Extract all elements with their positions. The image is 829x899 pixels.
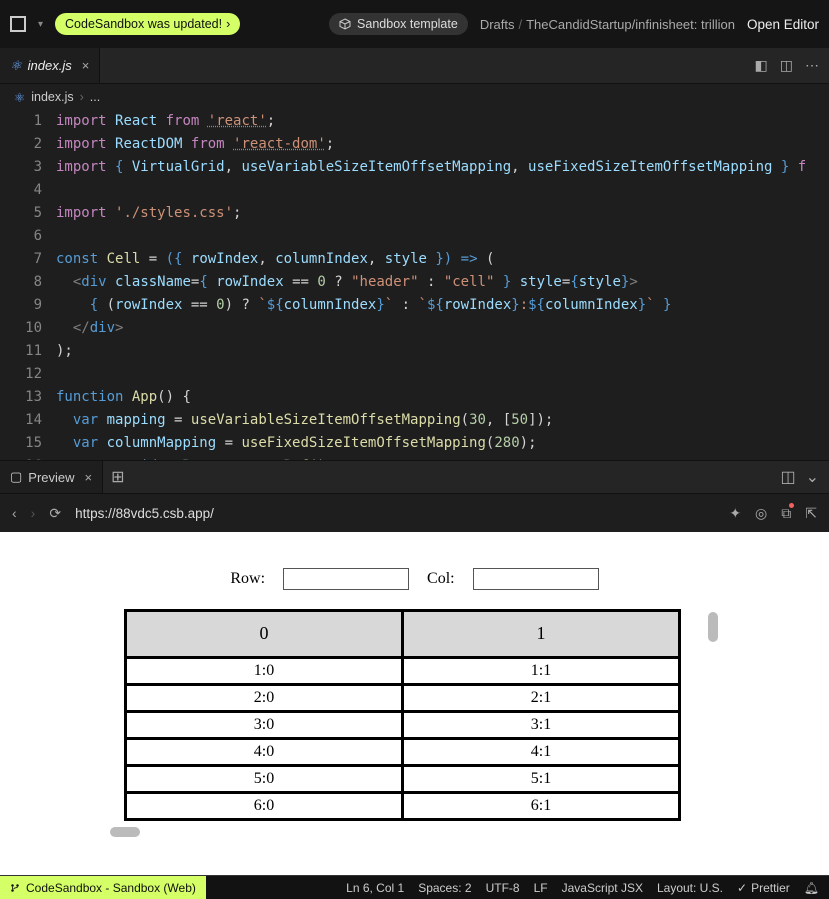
editor-tabbar: ⚛ index.js × ◧ ◫ ⋯ xyxy=(0,48,829,84)
grid-cell: 2:1 xyxy=(401,683,681,713)
indent-setting[interactable]: Spaces: 2 xyxy=(418,881,471,895)
forward-icon[interactable]: › xyxy=(31,505,36,521)
grid-cell: 6:0 xyxy=(124,791,404,821)
status-bar: CodeSandbox - Sandbox (Web) Ln 6, Col 1 … xyxy=(0,875,829,899)
breadcrumb[interactable]: Drafts/TheCandidStartup/infinisheet: tri… xyxy=(480,17,735,32)
grid-cell: 1:0 xyxy=(124,656,404,686)
split-icon[interactable]: ◫ xyxy=(780,467,795,487)
vertical-scrollbar[interactable] xyxy=(708,612,718,642)
grid-cell: 3:0 xyxy=(124,710,404,740)
react-icon: ⚛ xyxy=(10,58,22,74)
horizontal-scrollbar[interactable] xyxy=(110,827,140,837)
grid-cell: 4:1 xyxy=(401,737,681,767)
code-editor[interactable]: 12345678910111213141516 import React fro… xyxy=(0,110,829,460)
grid-cell: 3:1 xyxy=(401,710,681,740)
update-pill-label: CodeSandbox was updated! xyxy=(65,17,222,31)
template-label: Sandbox template xyxy=(357,17,458,31)
split-icon[interactable]: ◫ xyxy=(780,57,793,74)
reload-icon[interactable]: ⟳ xyxy=(49,505,61,522)
add-panel-button[interactable]: ⊞ xyxy=(103,461,132,493)
header-cell: 0 xyxy=(124,609,404,659)
open-editor-button[interactable]: Open Editor xyxy=(747,17,819,32)
preview-frame: Row: Col: 0 1 1:01:1 2:02:1 3:03:1 4:04:… xyxy=(0,532,829,875)
codesandbox-status[interactable]: CodeSandbox - Sandbox (Web) xyxy=(0,876,206,899)
update-pill[interactable]: CodeSandbox was updated! › xyxy=(55,13,240,35)
ellipsis-icon[interactable]: ⋯ xyxy=(805,57,819,74)
grid-cell: 5:0 xyxy=(124,764,404,794)
grid-cell: 6:1 xyxy=(401,791,681,821)
grid-cell: 4:0 xyxy=(124,737,404,767)
grid-cell: 2:0 xyxy=(124,683,404,713)
col-input[interactable] xyxy=(473,568,599,590)
close-icon[interactable]: × xyxy=(85,470,93,485)
dock-icon[interactable]: ⧉ xyxy=(781,505,791,522)
header-cell: 1 xyxy=(401,609,681,659)
eol[interactable]: LF xyxy=(534,881,548,895)
url-bar[interactable]: https://88vdc5.csb.app/ xyxy=(75,506,214,521)
chevron-right-icon: › xyxy=(226,17,230,31)
row-input[interactable] xyxy=(283,568,409,590)
chevron-down-icon[interactable]: ⌄ xyxy=(806,467,819,487)
encoding[interactable]: UTF-8 xyxy=(486,881,520,895)
panel-tabbar: ▢ Preview × ⊞ ◫ ⌄ xyxy=(0,460,829,494)
close-icon[interactable]: × xyxy=(82,58,90,73)
language-mode[interactable]: JavaScript JSX xyxy=(562,881,643,895)
react-icon: ⚛ xyxy=(14,90,25,105)
row-label: Row: xyxy=(230,570,265,588)
branch-icon xyxy=(10,883,20,893)
window-icon: ▢ xyxy=(10,469,22,485)
tab-index-js[interactable]: ⚛ index.js × xyxy=(0,48,100,83)
code-content[interactable]: import React from 'react';import ReactDO… xyxy=(56,110,829,460)
line-gutter: 12345678910111213141516 xyxy=(0,110,56,460)
layout-columns-icon[interactable]: ◧ xyxy=(755,57,768,74)
cursor-position[interactable]: Ln 6, Col 1 xyxy=(346,881,404,895)
menu-square-icon[interactable] xyxy=(10,16,26,32)
check-icon: ✓ xyxy=(737,881,747,895)
editor-breadcrumb: ⚛ index.js › ... xyxy=(0,84,829,110)
grid-cell: 5:1 xyxy=(401,764,681,794)
target-icon[interactable]: ◎ xyxy=(755,505,767,522)
sandbox-template-pill[interactable]: Sandbox template xyxy=(329,13,468,35)
tab-preview[interactable]: ▢ Preview × xyxy=(0,461,103,493)
box-icon xyxy=(339,18,351,30)
grid-cell: 1:1 xyxy=(401,656,681,686)
keyboard-layout[interactable]: Layout: U.S. xyxy=(657,881,723,895)
col-label: Col: xyxy=(427,570,455,588)
back-icon[interactable]: ‹ xyxy=(12,505,17,521)
popout-icon[interactable]: ⇱ xyxy=(805,505,817,522)
chevron-down-icon[interactable]: ▾ xyxy=(38,19,43,30)
bell-icon[interactable]: 🔔︎ xyxy=(804,881,819,895)
tab-label: index.js xyxy=(28,58,72,73)
preview-toolbar: ‹ › ⟳ https://88vdc5.csb.app/ ✦ ◎ ⧉ ⇱ xyxy=(0,494,829,532)
prettier-status[interactable]: ✓Prettier xyxy=(737,881,790,895)
sparkle-icon[interactable]: ✦ xyxy=(729,505,741,522)
virtual-grid[interactable]: 0 1 1:01:1 2:02:1 3:03:1 4:04:1 5:05:1 6… xyxy=(126,610,704,819)
